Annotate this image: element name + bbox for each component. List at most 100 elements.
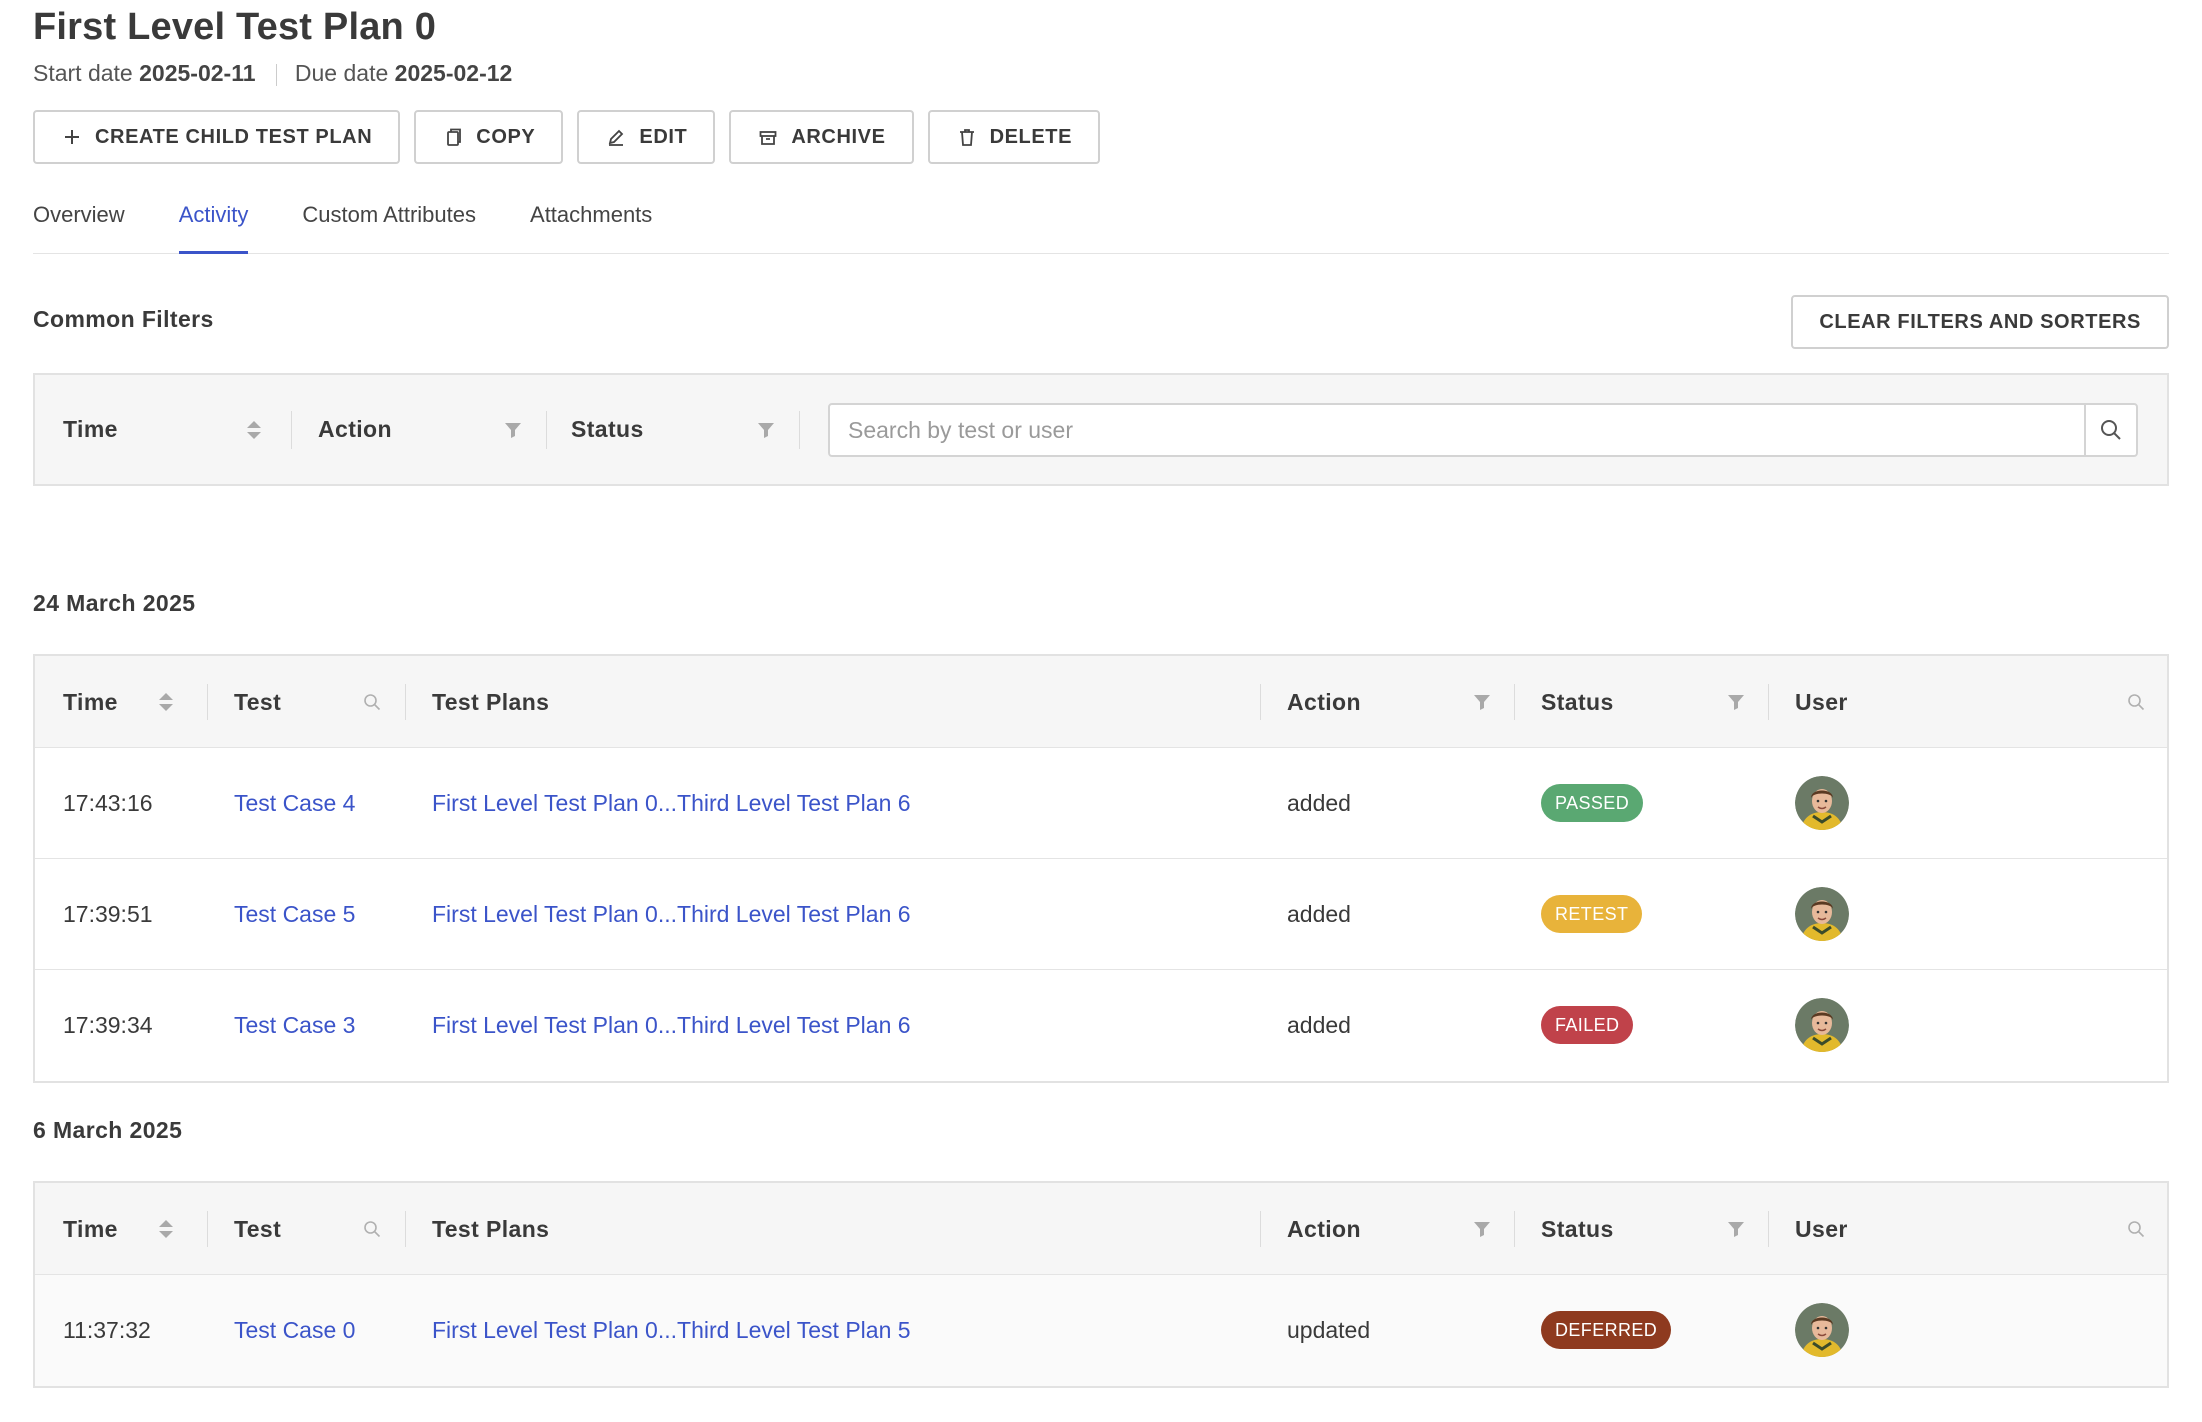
- time-filter-label: Time: [63, 416, 118, 442]
- header-divider: [405, 684, 406, 720]
- test-plans-link[interactable]: First Level Test Plan 0...Third Level Te…: [432, 970, 911, 1080]
- column-header-test-plans: Test Plans: [432, 688, 550, 715]
- user-cell[interactable]: [1795, 859, 1849, 969]
- test-search-control[interactable]: [363, 656, 381, 748]
- common-filters-bar: Time Action Status: [33, 373, 2169, 486]
- row-action: added: [1287, 1011, 1351, 1038]
- edit-button[interactable]: EDIT: [577, 110, 716, 164]
- edit-label: EDIT: [639, 125, 688, 148]
- status-cell: DEFERRED: [1541, 1275, 1672, 1385]
- archive-button[interactable]: ARCHIVE: [729, 110, 914, 164]
- test-plans-link[interactable]: First Level Test Plan 0...Third Level Te…: [432, 1275, 911, 1385]
- status-filter-control[interactable]: [757, 375, 775, 484]
- header-divider: [1768, 684, 1769, 720]
- search-button[interactable]: [2084, 405, 2136, 455]
- tab-attachments[interactable]: Attachments: [530, 196, 652, 253]
- user-search-control[interactable]: [2127, 656, 2145, 748]
- search-icon: [2128, 694, 2145, 711]
- status-filter-control[interactable]: [1727, 1183, 1745, 1275]
- delete-button[interactable]: DELETE: [927, 110, 1101, 164]
- time-sort-control[interactable]: [159, 656, 173, 748]
- header-divider: [1260, 1211, 1261, 1247]
- clear-filters-button[interactable]: CLEAR FILTERS AND SORTERS: [1791, 295, 2169, 349]
- activity-date-heading: 24 March 2025: [33, 590, 196, 616]
- row-time: 17:43:16: [63, 789, 153, 816]
- row-action: updated: [1287, 1316, 1371, 1343]
- create-child-test-plan-button[interactable]: CREATE CHILD TEST PLAN: [33, 110, 401, 164]
- column-header-time[interactable]: Time: [63, 656, 118, 748]
- row-time: 17:39:34: [63, 1011, 153, 1038]
- user-cell[interactable]: [1795, 748, 1849, 858]
- row-action: added: [1287, 789, 1351, 816]
- header-divider: [207, 1211, 208, 1247]
- filter-icon: [1474, 1222, 1490, 1237]
- filter-divider: [546, 411, 547, 449]
- copy-label: COPY: [476, 125, 536, 148]
- start-date-label: Start date: [33, 60, 133, 86]
- test-search-control[interactable]: [363, 1183, 381, 1275]
- status-badge: DEFERRED: [1541, 1311, 1672, 1349]
- sort-icon: [159, 1220, 173, 1238]
- tab-overview[interactable]: Overview: [33, 196, 125, 253]
- user-avatar: [1795, 1303, 1849, 1357]
- action-filter-control[interactable]: [1473, 1183, 1491, 1275]
- time-sort-control[interactable]: [159, 1183, 173, 1275]
- search-icon: [2128, 1221, 2145, 1238]
- row-action: added: [1287, 900, 1351, 927]
- filter-icon: [1728, 1222, 1744, 1237]
- status-cell: RETEST: [1541, 859, 1643, 969]
- copy-button[interactable]: COPY: [414, 110, 564, 164]
- test-link[interactable]: Test Case 5: [234, 859, 355, 969]
- status-filter[interactable]: Status: [571, 375, 644, 484]
- table-row: 17:43:16 Test Case 4 First Level Test Plan…: [35, 748, 2167, 859]
- test-plans-link[interactable]: First Level Test Plan 0...Third Level Te…: [432, 748, 911, 858]
- page-title: First Level Test Plan 0: [33, 6, 437, 48]
- filter-icon: [1474, 695, 1490, 710]
- test-link[interactable]: Test Case 0: [234, 1275, 355, 1385]
- create-child-label: CREATE CHILD TEST PLAN: [95, 125, 373, 148]
- action-filter-control[interactable]: [1473, 656, 1491, 748]
- archive-label: ARCHIVE: [791, 125, 886, 148]
- column-header-user: User: [1795, 1215, 1848, 1242]
- tab-custom-attributes[interactable]: Custom Attributes: [302, 196, 476, 253]
- sort-icon: [159, 693, 173, 711]
- copy-icon: [442, 126, 464, 148]
- column-header-time[interactable]: Time: [63, 1183, 118, 1275]
- test-plans-link[interactable]: First Level Test Plan 0...Third Level Te…: [432, 859, 911, 969]
- header-divider: [405, 1211, 406, 1247]
- activity-date-heading: 6 March 2025: [33, 1117, 183, 1143]
- tab-activity[interactable]: Activity: [178, 196, 248, 254]
- table-row: 17:39:34 Test Case 3 First Level Test Plan…: [35, 970, 2167, 1081]
- user-cell[interactable]: [1795, 1275, 1849, 1385]
- column-header-status: Status: [1541, 1215, 1614, 1242]
- date-separator: [275, 63, 277, 86]
- tab-bar: Overview Activity Custom Attributes Atta…: [33, 196, 2169, 254]
- header-divider: [1514, 684, 1515, 720]
- action-filter[interactable]: Action: [318, 375, 392, 484]
- filter-icon: [758, 422, 774, 438]
- column-header-action: Action: [1287, 1215, 1361, 1242]
- user-search-control[interactable]: [2127, 1183, 2145, 1275]
- action-filter-control[interactable]: [504, 375, 522, 484]
- column-header-test: Test: [234, 1215, 282, 1242]
- plan-dates: Start date 2025-02-11 Due date 2025-02-1…: [33, 60, 512, 87]
- time-filter[interactable]: Time: [63, 375, 118, 484]
- user-cell[interactable]: [1795, 970, 1849, 1080]
- row-time: 17:39:51: [63, 900, 153, 927]
- status-cell: PASSED: [1541, 748, 1644, 858]
- test-link[interactable]: Test Case 3: [234, 970, 355, 1080]
- user-avatar: [1795, 998, 1849, 1052]
- common-filters-title: Common Filters: [33, 306, 214, 332]
- action-filter-label: Action: [318, 416, 392, 442]
- filter-icon: [505, 422, 521, 438]
- column-header-user: User: [1795, 688, 1848, 715]
- user-avatar: [1795, 776, 1849, 830]
- search-box: [828, 403, 2138, 457]
- table-header: Time Test Test Plans Action Status User: [35, 1183, 2167, 1275]
- test-link[interactable]: Test Case 4: [234, 748, 355, 858]
- search-input[interactable]: [830, 405, 2080, 455]
- time-sort-control[interactable]: [247, 375, 261, 484]
- status-filter-control[interactable]: [1727, 656, 1745, 748]
- search-icon: [2101, 420, 2121, 440]
- plus-icon: [61, 126, 83, 148]
